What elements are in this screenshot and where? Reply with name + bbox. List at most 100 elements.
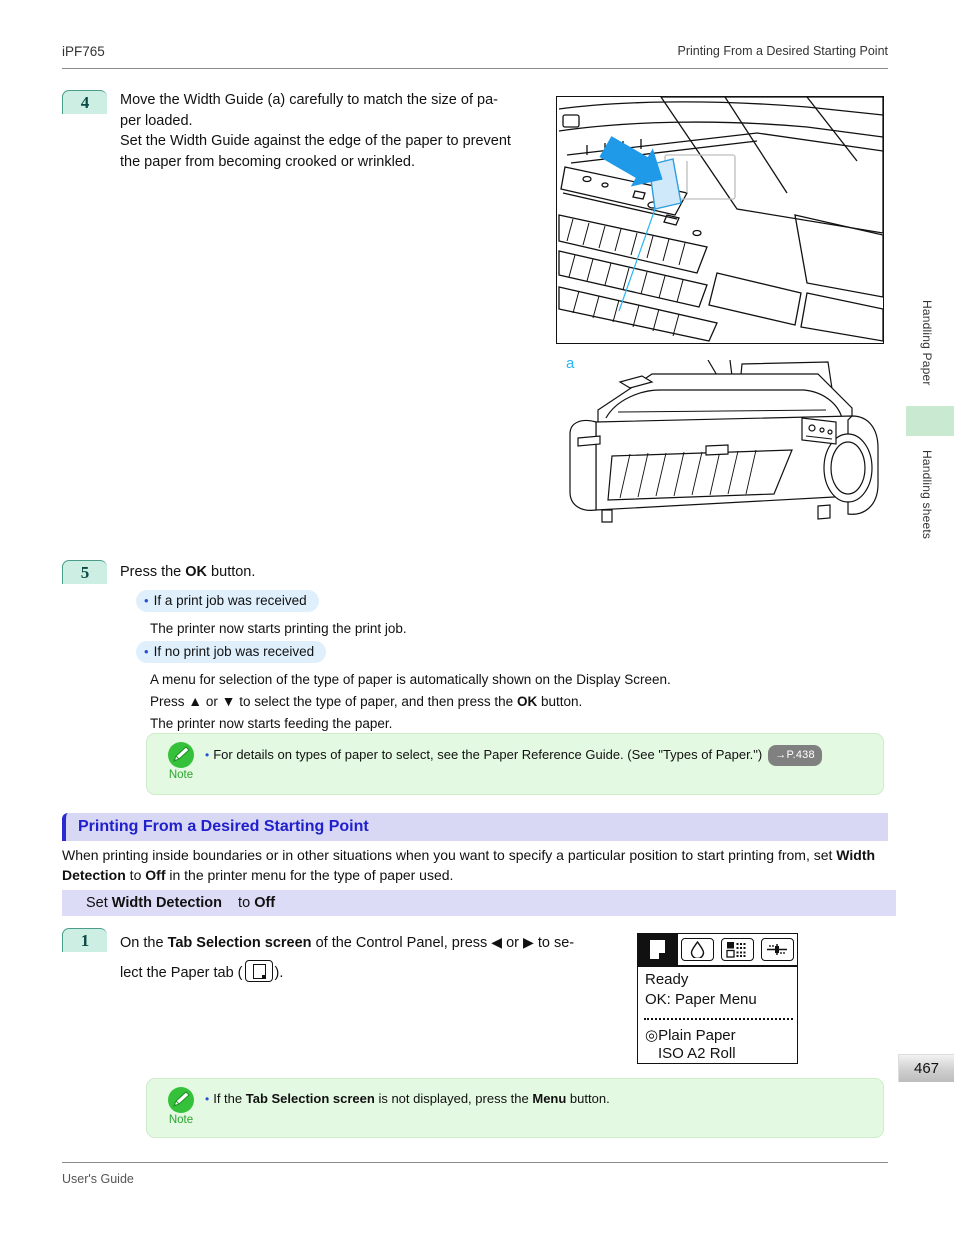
chip-label-1: If a print job was received [153,593,307,608]
tab-selection-bold: Tab Selection screen [245,1091,375,1106]
step-1-line-2: lect the Paper tab (). [120,958,680,988]
lcd-tab-job[interactable] [718,934,758,965]
pencil-icon [168,742,194,768]
ok-bold: OK [516,694,538,709]
bullet-dot: • [205,1092,210,1106]
step-5-intro-pre: Press the [120,564,186,580]
step-1-line2-post: ). [274,965,284,981]
step-4-text: Move the Width Guide (a) carefully to ma… [120,90,560,172]
width-guide-detail-illustration [556,96,884,344]
lcd-tab-ink[interactable] [678,934,718,965]
off-bold-2: Off [254,895,276,911]
settings-wrench-icon [760,938,794,961]
subsection-heading: Set Width Detection to Off [62,890,896,916]
header-section-title: Printing From a Desired Starting Point [677,44,888,58]
note-2-mid: is not displayed, press the [374,1091,533,1106]
lcd-radio-icon: ◎ [645,1027,659,1044]
paper-tab-icon [244,960,273,982]
bullet-dot: • [144,593,149,608]
printer-drawing [569,359,879,523]
note-icon-2: Note [159,1087,203,1126]
section-heading-label: Printing From a Desired Starting Point [78,818,369,835]
up-arrow-icon: ▲ [188,693,203,709]
section-paragraph-post: in the printer menu for the type of pape… [165,866,454,883]
printer-illustration [556,359,886,540]
ink-drop-icon [681,938,715,961]
step-5-ok-label: OK [185,564,208,580]
lcd-paper-type: Plain Paper [658,1027,736,1044]
footer-rule [62,1162,888,1163]
note-box-1: Note • For details on types of paper to s… [146,733,884,795]
step-5-subblock-2: • If no print job was received A menu for… [136,641,671,733]
printer-model: iPF765 [62,44,105,59]
pencil-glyph [173,746,190,762]
side-tab-handling-paper[interactable]: Handling Paper [920,300,934,386]
down-arrow-icon: ▼ [221,693,236,709]
step-4-line-3: Set the Width Guide against the edge of … [120,133,511,149]
step-1-line-1: On the Tab Selection screen of the Contr… [120,928,680,958]
width-guide-drawing [558,97,883,342]
subblock-2-line-3: The printer now starts feeding the paper… [150,716,393,731]
note-1-text: For details on types of paper to select,… [213,747,763,762]
step-1-number: 1 [62,928,107,952]
step-1-text: On the Tab Selection screen of the Contr… [120,928,680,988]
paper-sheet-icon [650,940,666,959]
footer-guide-label: User's Guide [62,1172,134,1186]
side-tab-strip: Handling Paper Handling sheets [900,300,954,600]
lcd-tab-paper[interactable] [638,934,678,965]
left-arrow-icon: ◀ [491,934,503,950]
lcd-paper-size-line: ISO A2 Roll [658,1045,736,1062]
bullet-dot: • [205,748,210,762]
control-panel-display: Ready OK: Paper Menu ◎Plain Paper ISO A2… [637,933,798,1064]
step-5-subblock-1: • If a print job was received The printer… [136,590,407,638]
no-print-job-chip: • If no print job was received [136,641,327,663]
step-1-line2-pre: lect the Paper tab ( [120,965,243,981]
note-body-2: • If the Tab Selection screen is not disp… [205,1090,871,1108]
section-paragraph: When printing inside boundaries or in ot… [62,846,888,885]
step-4-line-1: Move the Width Guide (a) carefully to ma… [120,92,498,108]
note-icon-1: Note [159,742,203,781]
lcd-divider [638,965,797,967]
subsection-pre: Set [86,895,112,911]
off-bold-1: Off [145,866,166,883]
ink-drop-glyph [690,941,705,958]
note-box-2: Note • If the Tab Selection screen is not… [146,1078,884,1138]
section-paragraph-mid: to [125,866,146,883]
subblock-2-line-1: A menu for selection of the type of pape… [150,672,671,687]
settings-glyph [767,944,788,955]
lcd-tab-settings[interactable] [757,934,797,965]
print-job-received-chip: • If a print job was received [136,590,319,612]
job-list-icon [720,938,754,961]
right-arrow-icon: ▶ [523,934,534,950]
page-number-badge: 467 [898,1054,954,1082]
subsection-mid: to [234,895,255,911]
subsection-heading-label: Set Width Detection to Off [74,895,275,911]
note-2-post: button. [566,1091,610,1106]
step-5-intro-post: button. [207,564,256,580]
step-1-pre: On the [120,935,168,951]
step-1-or: or [502,935,524,951]
note-label-2: Note [168,1114,194,1126]
subblock-2-line-2: Press ▲ or ▼ to select the type of paper… [150,693,583,709]
tab-selection-screen-bold: Tab Selection screen [167,935,312,951]
section-heading: Printing From a Desired Starting Point [62,813,888,841]
pencil-icon [168,1087,194,1113]
width-detection-bold-2: Width Detection [111,895,223,911]
step-4-line-4: the paper from becoming crooked or wrink… [120,153,415,170]
side-tab-highlight [906,406,954,436]
step-1-post: to se- [533,935,575,951]
lcd-tab-bar [638,934,797,965]
lcd-status-line: Ready [645,971,689,988]
pencil-glyph [173,1091,190,1107]
note-body-1: • For details on types of paper to select… [205,745,871,766]
step-5-number: 5 [62,560,107,584]
note-label-1: Note [168,769,194,781]
step-4-line-2: per loaded. [120,112,193,129]
job-list-glyph [726,942,746,958]
step-4-number: 4 [62,90,107,114]
side-tab-handling-sheets[interactable]: Handling sheets [920,450,934,539]
page-reference-badge[interactable]: →P.438 [768,745,822,766]
lcd-dotted-divider [644,1018,793,1020]
section-paragraph-pre: When printing inside boundaries or in ot… [62,847,837,863]
bullet-dot: • [144,644,149,659]
